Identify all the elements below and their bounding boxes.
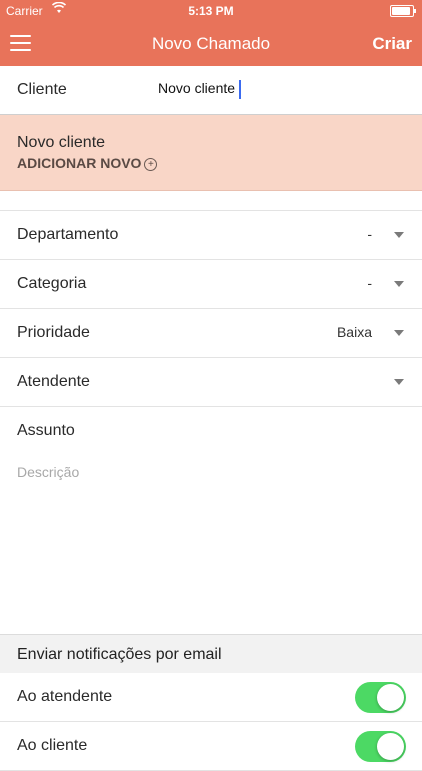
navigation-bar: Novo Chamado Criar	[0, 22, 422, 66]
chevron-down-icon	[394, 232, 404, 238]
subject-row[interactable]: Assunto	[0, 407, 422, 456]
section-spacer	[0, 191, 422, 211]
client-input[interactable]	[158, 80, 378, 96]
notify-assignee-toggle[interactable]	[355, 682, 406, 713]
notify-assignee-row: Ao atendente	[0, 673, 422, 722]
category-value: -	[367, 275, 372, 291]
department-row[interactable]: Departamento -	[0, 211, 422, 260]
notify-client-row: Ao cliente	[0, 722, 422, 771]
department-value: -	[367, 226, 372, 242]
client-label: Cliente	[17, 81, 67, 98]
status-bar: Carrier 5:13 PM	[0, 0, 422, 22]
assignee-row[interactable]: Atendente	[0, 358, 422, 407]
description-placeholder: Descrição	[17, 464, 80, 480]
notifications-section-header: Enviar notificações por email	[0, 634, 422, 674]
suggestion-name: Novo cliente	[17, 134, 106, 151]
description-textarea[interactable]	[0, 455, 422, 633]
plus-circle-icon: +	[144, 158, 158, 171]
priority-label: Prioridade	[17, 324, 90, 341]
category-label: Categoria	[17, 275, 87, 292]
client-suggestion[interactable]: Novo cliente ADICIONAR NOVO +	[0, 115, 422, 191]
subject-label: Assunto	[17, 422, 75, 439]
chevron-down-icon	[394, 330, 404, 336]
create-button[interactable]: Criar	[372, 34, 412, 54]
battery-icon	[390, 5, 416, 17]
priority-value: Baixa	[336, 324, 372, 340]
text-cursor	[239, 80, 241, 99]
notify-client-label: Ao cliente	[17, 737, 88, 754]
notify-client-toggle[interactable]	[355, 731, 406, 762]
chevron-down-icon	[394, 281, 404, 287]
priority-row[interactable]: Prioridade Baixa	[0, 309, 422, 358]
page-title: Novo Chamado	[151, 34, 271, 53]
category-row[interactable]: Categoria -	[0, 260, 422, 309]
add-new-client-button[interactable]: ADICIONAR NOVO +	[17, 155, 158, 171]
client-row[interactable]: Cliente	[0, 66, 422, 115]
assignee-label: Atendente	[17, 373, 90, 390]
add-new-label: ADICIONAR NOVO	[17, 155, 142, 171]
status-time: 5:13 PM	[188, 4, 234, 18]
chevron-down-icon	[394, 379, 404, 385]
department-label: Departamento	[17, 226, 119, 243]
notify-assignee-label: Ao atendente	[17, 688, 113, 705]
notifications-header-label: Enviar notificações por email	[17, 646, 222, 663]
